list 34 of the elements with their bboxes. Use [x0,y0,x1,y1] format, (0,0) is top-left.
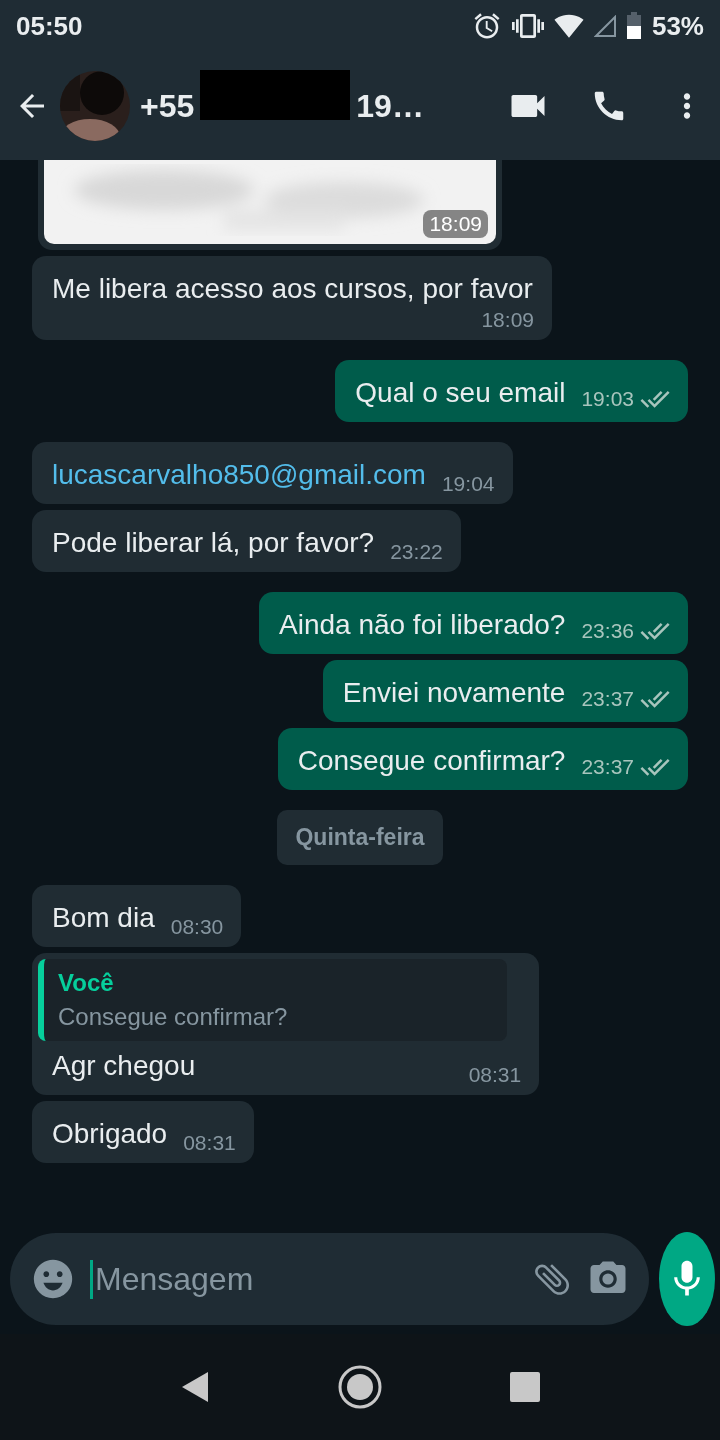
quote-text: Consegue confirmar? [58,1003,289,1031]
message-field[interactable]: Mensagem [10,1233,649,1325]
message-time: 08:31 [183,1131,236,1155]
battery-level: 53% [651,10,704,42]
message-text: Pode liberar lá, por favor? [52,526,375,560]
quote-author: Você [58,969,115,997]
contact-name: +55 [140,87,195,125]
message-time: 19:03 [581,387,634,411]
message-time: 23:36 [581,619,634,643]
message-time: 18:09 [481,308,534,332]
message-time: 18:09 [423,210,488,238]
message-text: Consegue confirmar? [297,744,566,778]
message-time: 08:30 [170,915,224,939]
battery-icon [625,12,642,40]
signal-icon [593,15,616,37]
message-text: Bom dia [52,901,155,935]
back-nav-icon[interactable] [180,1370,210,1404]
clock: 05:50 [16,10,83,42]
message-time: 23:22 [390,540,443,564]
message-text: Obrigado [52,1117,168,1151]
message-time: 08:31 [468,1063,522,1087]
message-text: Enviei novamente [342,676,566,710]
message-time: 19:04 [441,472,495,496]
message-text: Me libera acesso aos cursos, por favor [52,272,533,306]
message-input[interactable]: Mensagem [90,1259,517,1299]
home-nav-icon[interactable] [338,1365,382,1409]
date-chip: Quinta-feira [277,810,443,865]
email-link[interactable]: lucascarvalho850@gmail.com [52,456,426,494]
message-time: 23:37 [581,687,634,711]
message-text: Qual o seu email [355,376,566,410]
message-text: Ainda não foi liberado? [279,608,566,642]
message-text: Agr chegou [52,1049,196,1083]
contact-name: 19… [356,87,424,125]
message-time: 23:37 [581,755,634,779]
